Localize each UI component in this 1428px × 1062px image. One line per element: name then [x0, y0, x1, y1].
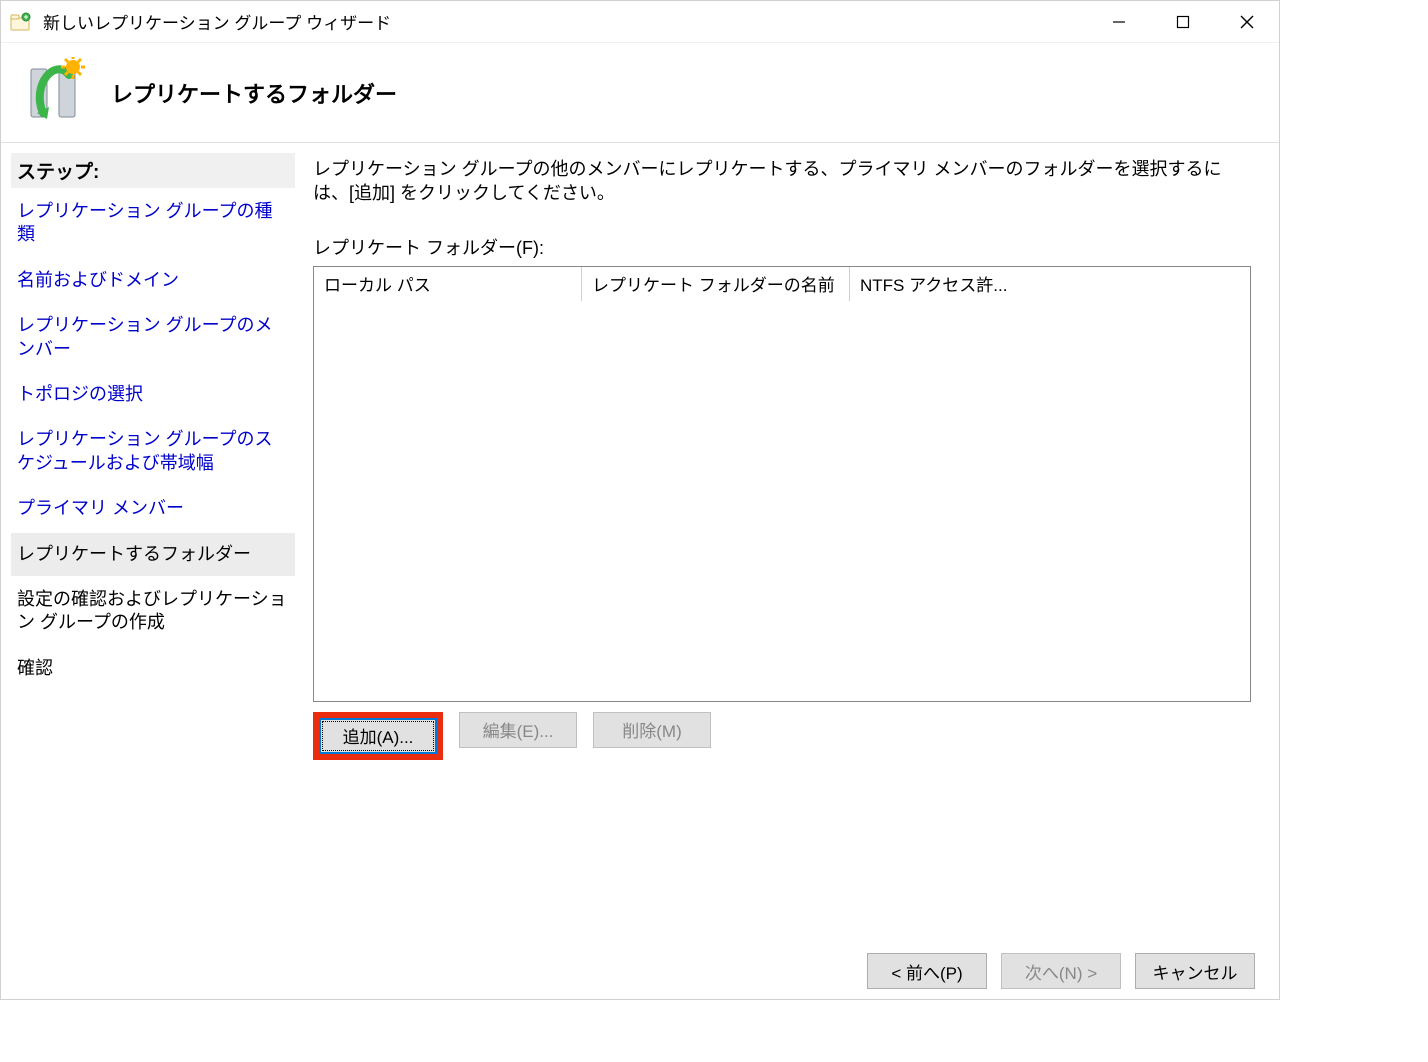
- content-area: レプリケーション グループの他のメンバーにレプリケートする、プライマリ メンバー…: [301, 143, 1279, 943]
- folders-field-label: レプリケート フォルダー(F):: [313, 234, 1251, 260]
- folder-action-buttons: 追加(A)... 編集(E)... 削除(M): [313, 712, 1251, 760]
- step-review-create: 設定の確認およびレプリケーション グループの作成: [11, 578, 295, 645]
- steps-header: ステップ:: [11, 153, 295, 188]
- column-local-path[interactable]: ローカル パス: [314, 267, 582, 301]
- table-header-row: ローカル パス レプリケート フォルダーの名前 NTFS アクセス許...: [314, 267, 1250, 301]
- step-group-members[interactable]: レプリケーション グループのメンバー: [11, 304, 295, 371]
- wizard-icon: [19, 57, 91, 129]
- step-replication-group-type[interactable]: レプリケーション グループの種類: [11, 190, 295, 257]
- titlebar: 新しいレプリケーション グループ ウィザード: [1, 1, 1279, 43]
- add-button[interactable]: 追加(A)...: [319, 718, 437, 754]
- folders-table[interactable]: ローカル パス レプリケート フォルダーの名前 NTFS アクセス許...: [313, 266, 1251, 702]
- cancel-button[interactable]: キャンセル: [1135, 953, 1255, 989]
- step-schedule-bandwidth[interactable]: レプリケーション グループのスケジュールおよび帯域幅: [11, 418, 295, 485]
- steps-sidebar: ステップ: レプリケーション グループの種類 名前およびドメイン レプリケーショ…: [1, 143, 301, 943]
- next-button: 次へ(N) >: [1001, 953, 1121, 989]
- wizard-window: 新しいレプリケーション グループ ウィザード: [0, 0, 1280, 1000]
- step-confirmation: 確認: [11, 647, 295, 690]
- page-header: レプリケートするフォルダー: [1, 43, 1279, 143]
- step-topology[interactable]: トポロジの選択: [11, 373, 295, 416]
- column-ntfs-permissions[interactable]: NTFS アクセス許...: [850, 267, 1028, 301]
- page-title: レプリケートするフォルダー: [111, 77, 397, 109]
- minimize-button[interactable]: [1087, 1, 1151, 42]
- maximize-button[interactable]: [1151, 1, 1215, 42]
- edit-button: 編集(E)...: [459, 712, 577, 748]
- window-title: 新しいレプリケーション グループ ウィザード: [43, 9, 1087, 34]
- wizard-footer: < 前へ(P) 次へ(N) > キャンセル: [1, 943, 1279, 999]
- remove-button: 削除(M): [593, 712, 711, 748]
- column-folder-name[interactable]: レプリケート フォルダーの名前: [582, 267, 850, 301]
- step-name-domain[interactable]: 名前およびドメイン: [11, 259, 295, 302]
- instruction-text: レプリケーション グループの他のメンバーにレプリケートする、プライマリ メンバー…: [313, 157, 1251, 206]
- body: ステップ: レプリケーション グループの種類 名前およびドメイン レプリケーショ…: [1, 143, 1279, 943]
- app-icon: [9, 10, 33, 34]
- step-folders-to-replicate[interactable]: レプリケートするフォルダー: [11, 533, 295, 576]
- close-button[interactable]: [1215, 1, 1279, 42]
- window-controls: [1087, 1, 1279, 42]
- step-primary-member[interactable]: プライマリ メンバー: [11, 487, 295, 530]
- back-button[interactable]: < 前へ(P): [867, 953, 987, 989]
- add-button-highlight: 追加(A)...: [313, 712, 443, 760]
